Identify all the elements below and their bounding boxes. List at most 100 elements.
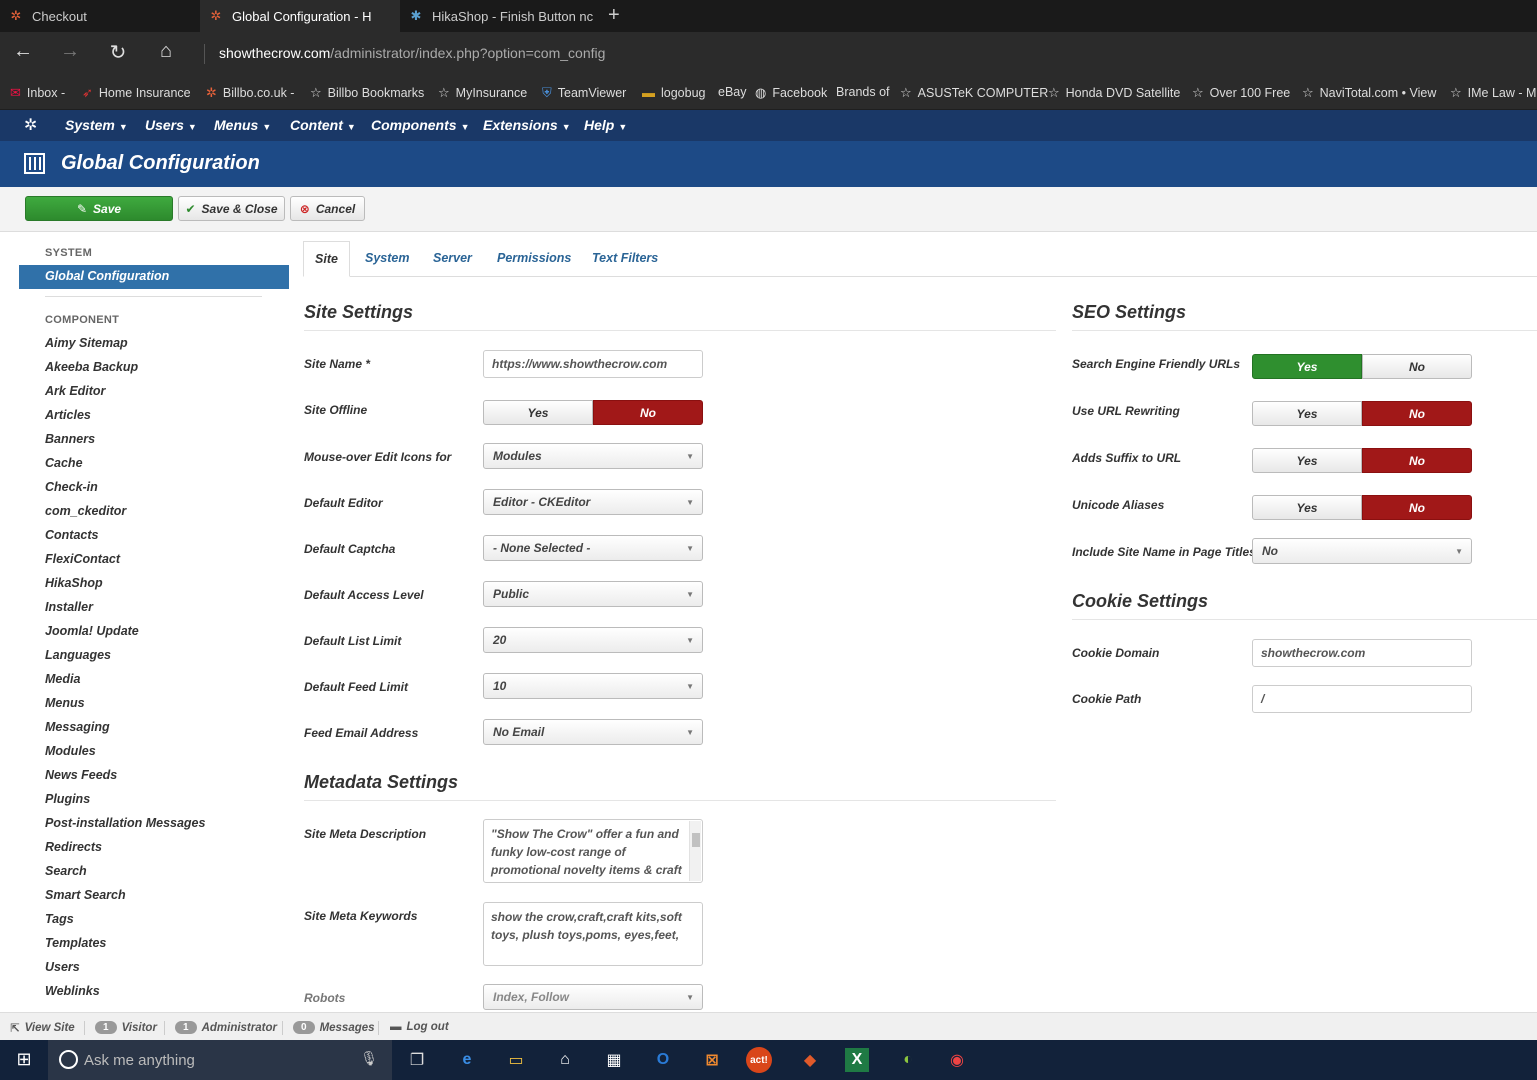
sidebar-item-modules[interactable]: Modules [45, 744, 96, 758]
messages-link[interactable]: 0 Messages [293, 1021, 375, 1034]
scrollbar-thumb[interactable] [692, 833, 700, 847]
cookie-path-input[interactable]: / [1252, 685, 1472, 713]
sidebar-item-menus[interactable]: Menus [45, 696, 85, 710]
sidebar-item-news-feeds[interactable]: News Feeds [45, 768, 117, 782]
sidebar-item-check-in[interactable]: Check-in [45, 480, 98, 494]
calculator-icon[interactable]: ▦ [599, 1046, 629, 1074]
favorite-ime-law[interactable]: ☆ IMe Law - M [1450, 85, 1536, 101]
sidebar-item-users[interactable]: Users [45, 960, 80, 974]
app-icon[interactable]: ◐ [893, 1046, 923, 1074]
favorite-ebay[interactable]: eBay [718, 85, 747, 99]
chrome-icon[interactable]: ◉ [942, 1046, 972, 1074]
favorite-logobug[interactable]: ▬ logobug [642, 85, 706, 100]
cookie-domain-input[interactable]: showthecrow.com [1252, 639, 1472, 667]
sef-urls-yes[interactable]: Yes [1252, 354, 1362, 379]
browser-tab-checkout[interactable]: ✲ Checkout [0, 0, 200, 32]
sidebar-item-search[interactable]: Search [45, 864, 87, 878]
windows-start-icon[interactable]: ⊞ [0, 1040, 48, 1080]
sidebar-item-weblinks[interactable]: Weblinks [45, 984, 100, 998]
menu-menus[interactable]: Menus ▼ [214, 117, 271, 133]
app-icon[interactable]: ◆ [795, 1046, 825, 1074]
mouseover-edit-select[interactable]: Modules ▼ [483, 443, 703, 469]
menu-content[interactable]: Content ▼ [290, 117, 356, 133]
textarea-scrollbar[interactable] [689, 821, 701, 881]
menu-users[interactable]: Users ▼ [145, 117, 197, 133]
favorite-navitotal[interactable]: ☆ NaviTotal.com • View [1302, 85, 1436, 101]
url-suffix-no[interactable]: No [1362, 448, 1472, 473]
sidebar-item-akeeba-backup[interactable]: Akeeba Backup [45, 360, 138, 374]
unicode-aliases-no[interactable]: No [1362, 495, 1472, 520]
sidebar-item-banners[interactable]: Banners [45, 432, 95, 446]
back-arrow-icon[interactable]: ← [8, 40, 38, 63]
sidebar-item-com-ckeditor[interactable]: com_ckeditor [45, 504, 126, 518]
sef-urls-no[interactable]: No [1362, 354, 1472, 379]
cancel-button[interactable]: ⊗ Cancel [290, 196, 365, 221]
excel-icon[interactable]: X [845, 1048, 869, 1072]
favorite-teamviewer[interactable]: ⛨ TeamViewer [542, 85, 626, 101]
refresh-icon[interactable]: ↻ [103, 40, 133, 65]
favorite-asustek[interactable]: ☆ ASUSTeK COMPUTER [900, 85, 1048, 101]
sidebar-item-plugins[interactable]: Plugins [45, 792, 90, 806]
feed-email-select[interactable]: No Email ▼ [483, 719, 703, 745]
act-icon[interactable]: act! [746, 1047, 772, 1073]
sidebar-item-post-installation-messages[interactable]: Post-installation Messages [45, 816, 205, 830]
tab-server[interactable]: Server [433, 251, 472, 265]
feed-limit-select[interactable]: 10 ▼ [483, 673, 703, 699]
url-rewriting-no[interactable]: No [1362, 401, 1472, 426]
access-level-select[interactable]: Public ▼ [483, 581, 703, 607]
edge-icon[interactable]: e [452, 1046, 482, 1074]
tab-system[interactable]: System [365, 251, 409, 265]
site-offline-no[interactable]: No [593, 400, 703, 425]
forward-arrow-icon[interactable]: → [55, 40, 85, 63]
menu-extensions[interactable]: Extensions ▼ [483, 117, 571, 133]
sidebar-item-contacts[interactable]: Contacts [45, 528, 98, 542]
url-rewriting-yes[interactable]: Yes [1252, 401, 1362, 426]
list-limit-select[interactable]: 20 ▼ [483, 627, 703, 653]
sidebar-item-cache[interactable]: Cache [45, 456, 83, 470]
meta-keywords-textarea[interactable]: show the crow,craft,craft kits,soft toys… [483, 902, 703, 966]
sidebar-item-languages[interactable]: Languages [45, 648, 111, 662]
sidebar-item-global-configuration[interactable]: Global Configuration [19, 265, 289, 289]
browser-tab-global-config[interactable]: ✲ Global Configuration - H [200, 0, 400, 32]
sidebar-item-templates[interactable]: Templates [45, 936, 106, 950]
tab-site[interactable]: Site [303, 241, 350, 277]
sidebar-item-messaging[interactable]: Messaging [45, 720, 110, 734]
favorite-billbo[interactable]: ✲ Billbo.co.uk - [206, 85, 294, 101]
sidebar-item-installer[interactable]: Installer [45, 600, 93, 614]
microphone-icon[interactable]: 🎙 [360, 1050, 378, 1067]
store-icon[interactable]: ⌂ [550, 1046, 580, 1074]
task-view-icon[interactable]: ❐ [402, 1046, 432, 1074]
view-site-link[interactable]: ⇱ View Site [10, 1021, 75, 1035]
sidebar-item-articles[interactable]: Articles [45, 408, 91, 422]
outlook-icon[interactable]: O [648, 1046, 678, 1074]
default-editor-select[interactable]: Editor - CKEditor ▼ [483, 489, 703, 515]
default-captcha-select[interactable]: - None Selected - ▼ [483, 535, 703, 561]
favorite-myinsurance[interactable]: ☆ MyInsurance [438, 85, 527, 101]
sidebar-item-smart-search[interactable]: Smart Search [45, 888, 126, 902]
joomla-logo-icon[interactable]: ✲ [24, 115, 37, 135]
menu-system[interactable]: System ▼ [65, 117, 128, 133]
favorite-billbo-bookmarks[interactable]: ☆ Billbo Bookmarks [310, 85, 424, 101]
tab-permissions[interactable]: Permissions [497, 251, 571, 265]
menu-components[interactable]: Components ▼ [371, 117, 469, 133]
sidebar-item-tags[interactable]: Tags [45, 912, 74, 926]
file-explorer-icon[interactable]: ▭ [501, 1046, 531, 1074]
favorite-home-insurance[interactable]: ➶ Home Insurance [82, 85, 191, 101]
sidebar-item-hikashop[interactable]: HikaShop [45, 576, 103, 590]
favorite-brands-of[interactable]: Brands of [836, 85, 890, 99]
sidebar-item-aimy-sitemap[interactable]: Aimy Sitemap [45, 336, 128, 350]
menu-help[interactable]: Help ▼ [584, 117, 627, 133]
cortana-search-box[interactable]: Ask me anything 🎙 [48, 1040, 392, 1080]
sidebar-item-joomla-update[interactable]: Joomla! Update [45, 624, 139, 638]
sidebar-item-redirects[interactable]: Redirects [45, 840, 102, 854]
home-icon[interactable]: ⌂ [151, 40, 181, 63]
site-name-input[interactable]: https://www.showthecrow.com [483, 350, 703, 378]
save-button[interactable]: ✎ Save [25, 196, 173, 221]
sidebar-item-media[interactable]: Media [45, 672, 80, 686]
favorite-honda[interactable]: ☆ Honda DVD Satellite [1048, 85, 1180, 101]
robots-select[interactable]: Index, Follow ▼ [483, 984, 703, 1010]
sidebar-item-ark-editor[interactable]: Ark Editor [45, 384, 105, 398]
favorite-over-100-free[interactable]: ☆ Over 100 Free [1192, 85, 1290, 101]
tab-text-filters[interactable]: Text Filters [592, 251, 658, 265]
address-bar[interactable]: showthecrow.com/administrator/index.php?… [219, 45, 605, 61]
